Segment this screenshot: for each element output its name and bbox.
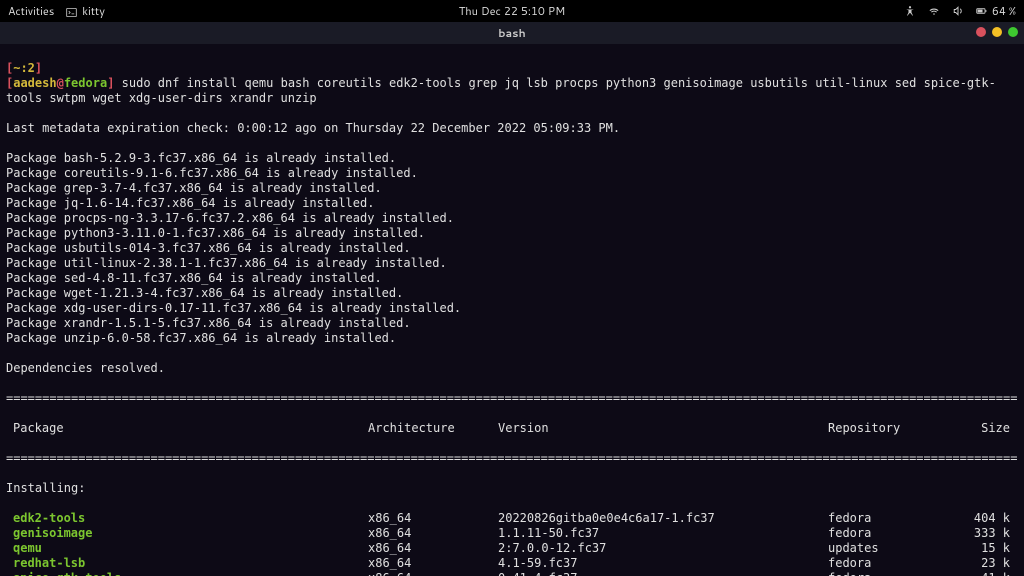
pkg-arch: x86_64 bbox=[368, 541, 498, 556]
pkg-version: 0.41-4.fc37 bbox=[498, 571, 828, 576]
installed-line: Package xrandr-1.5.1-5.fc37.x86_64 is al… bbox=[6, 316, 1018, 331]
pkg-name: edk2-tools bbox=[13, 511, 85, 526]
installed-line: Package coreutils-9.1-6.fc37.x86_64 is a… bbox=[6, 166, 1018, 181]
pkg-size: 404 k bbox=[960, 511, 1010, 526]
pkg-name: spice-gtk-tools bbox=[13, 571, 121, 576]
installed-line: Package jq-1.6-14.fc37.x86_64 is already… bbox=[6, 196, 1018, 211]
pkg-size: 15 k bbox=[960, 541, 1010, 556]
pkg-version: 20220826gitba0e0e4c6a17-1.fc37 bbox=[498, 511, 828, 526]
installed-line: Package usbutils-014-3.fc37.x86_64 is al… bbox=[6, 241, 1018, 256]
wifi-icon[interactable] bbox=[928, 5, 940, 17]
maximize-button[interactable] bbox=[1008, 27, 1018, 37]
col-repository: Repository bbox=[828, 421, 960, 436]
pkg-arch: x86_64 bbox=[368, 571, 498, 576]
table-row: edk2-tools x86_6420220826gitba0e0e4c6a17-… bbox=[6, 511, 1018, 526]
installed-line: Package procps-ng-3.3.17-6.fc37.2.x86_64… bbox=[6, 211, 1018, 226]
pkg-name: redhat-lsb bbox=[13, 556, 85, 571]
table-row: redhat-lsb x86_644.1-59.fc37fedora23 k bbox=[6, 556, 1018, 571]
pkg-version: 1.1.11-50.fc37 bbox=[498, 526, 828, 541]
col-version: Version bbox=[498, 421, 828, 436]
col-architecture: Architecture bbox=[368, 421, 498, 436]
pkg-name: genisoimage bbox=[13, 526, 92, 541]
pkg-size: 23 k bbox=[960, 556, 1010, 571]
clock[interactable]: Thu Dec 22 5:10 PM bbox=[459, 3, 565, 19]
pkg-arch: x86_64 bbox=[368, 526, 498, 541]
pkg-size: 333 k bbox=[960, 526, 1010, 541]
meta-line: Last metadata expiration check: 0:00:12 … bbox=[6, 121, 1018, 136]
pkg-repo: fedora bbox=[828, 511, 960, 526]
col-size: Size bbox=[960, 421, 1010, 436]
terminal-icon bbox=[66, 6, 77, 17]
installed-line: Package xdg-user-dirs-0.17-11.fc37.x86_6… bbox=[6, 301, 1018, 316]
table-row: genisoimage x86_641.1.11-50.fc37fedora333… bbox=[6, 526, 1018, 541]
divider-top: ========================================… bbox=[6, 391, 1018, 406]
battery-icon bbox=[976, 5, 988, 17]
installed-line: Package python3-3.11.0-1.fc37.x86_64 is … bbox=[6, 226, 1018, 241]
installing-block: edk2-toolsx86_6420220826gitba0e0e4c6a17-… bbox=[6, 511, 1018, 576]
divider-bottom: ========================================… bbox=[6, 451, 1018, 466]
window-controls bbox=[976, 27, 1018, 37]
installed-line: Package util-linux-2.38.1-1.fc37.x86_64 … bbox=[6, 256, 1018, 271]
prompt-line: [~:2] [aadesh@fedora] sudo dnf install q… bbox=[6, 61, 1018, 106]
table-header: Package Architecture Version Repository … bbox=[6, 421, 1018, 436]
col-package: Package bbox=[6, 421, 368, 436]
close-button[interactable] bbox=[976, 27, 986, 37]
battery-text: 64 % bbox=[992, 3, 1016, 19]
pkg-arch: x86_64 bbox=[368, 556, 498, 571]
pkg-version: 2:7.0.0-12.fc37 bbox=[498, 541, 828, 556]
pkg-repo: updates bbox=[828, 541, 960, 556]
window-titlebar[interactable]: bash bbox=[0, 22, 1024, 44]
installed-line: Package wget-1.21.3-4.fc37.x86_64 is alr… bbox=[6, 286, 1018, 301]
volume-icon[interactable] bbox=[952, 5, 964, 17]
activities-button[interactable]: Activities bbox=[8, 3, 54, 19]
battery-indicator[interactable]: 64 % bbox=[976, 3, 1016, 19]
gnome-topbar: Activities kitty Thu Dec 22 5:10 PM 64 % bbox=[0, 0, 1024, 22]
installing-label: Installing: bbox=[6, 481, 1018, 496]
window-title: bash bbox=[498, 25, 525, 41]
accessibility-icon[interactable] bbox=[904, 5, 916, 17]
installed-line: Package sed-4.8-11.fc37.x86_64 is alread… bbox=[6, 271, 1018, 286]
app-indicator[interactable]: kitty bbox=[66, 3, 105, 19]
pkg-size: 41 k bbox=[960, 571, 1010, 576]
pkg-name: qemu bbox=[13, 541, 42, 556]
terminal[interactable]: [~:2] [aadesh@fedora] sudo dnf install q… bbox=[0, 44, 1024, 576]
installed-line: Package bash-5.2.9-3.fc37.x86_64 is alre… bbox=[6, 151, 1018, 166]
pkg-repo: fedora bbox=[828, 526, 960, 541]
pkg-repo: fedora bbox=[828, 556, 960, 571]
table-row: qemu x86_642:7.0.0-12.fc37updates15 k bbox=[6, 541, 1018, 556]
pkg-repo: fedora bbox=[828, 571, 960, 576]
table-row: spice-gtk-tools x86_640.41-4.fc37fedora41… bbox=[6, 571, 1018, 576]
installed-packages-block: Package bash-5.2.9-3.fc37.x86_64 is alre… bbox=[6, 151, 1018, 346]
deps-resolved: Dependencies resolved. bbox=[6, 361, 1018, 376]
minimize-button[interactable] bbox=[992, 27, 1002, 37]
app-name: kitty bbox=[82, 3, 105, 19]
installed-line: Package unzip-6.0-58.fc37.x86_64 is alre… bbox=[6, 331, 1018, 346]
pkg-version: 4.1-59.fc37 bbox=[498, 556, 828, 571]
installed-line: Package grep-3.7-4.fc37.x86_64 is alread… bbox=[6, 181, 1018, 196]
pkg-arch: x86_64 bbox=[368, 511, 498, 526]
